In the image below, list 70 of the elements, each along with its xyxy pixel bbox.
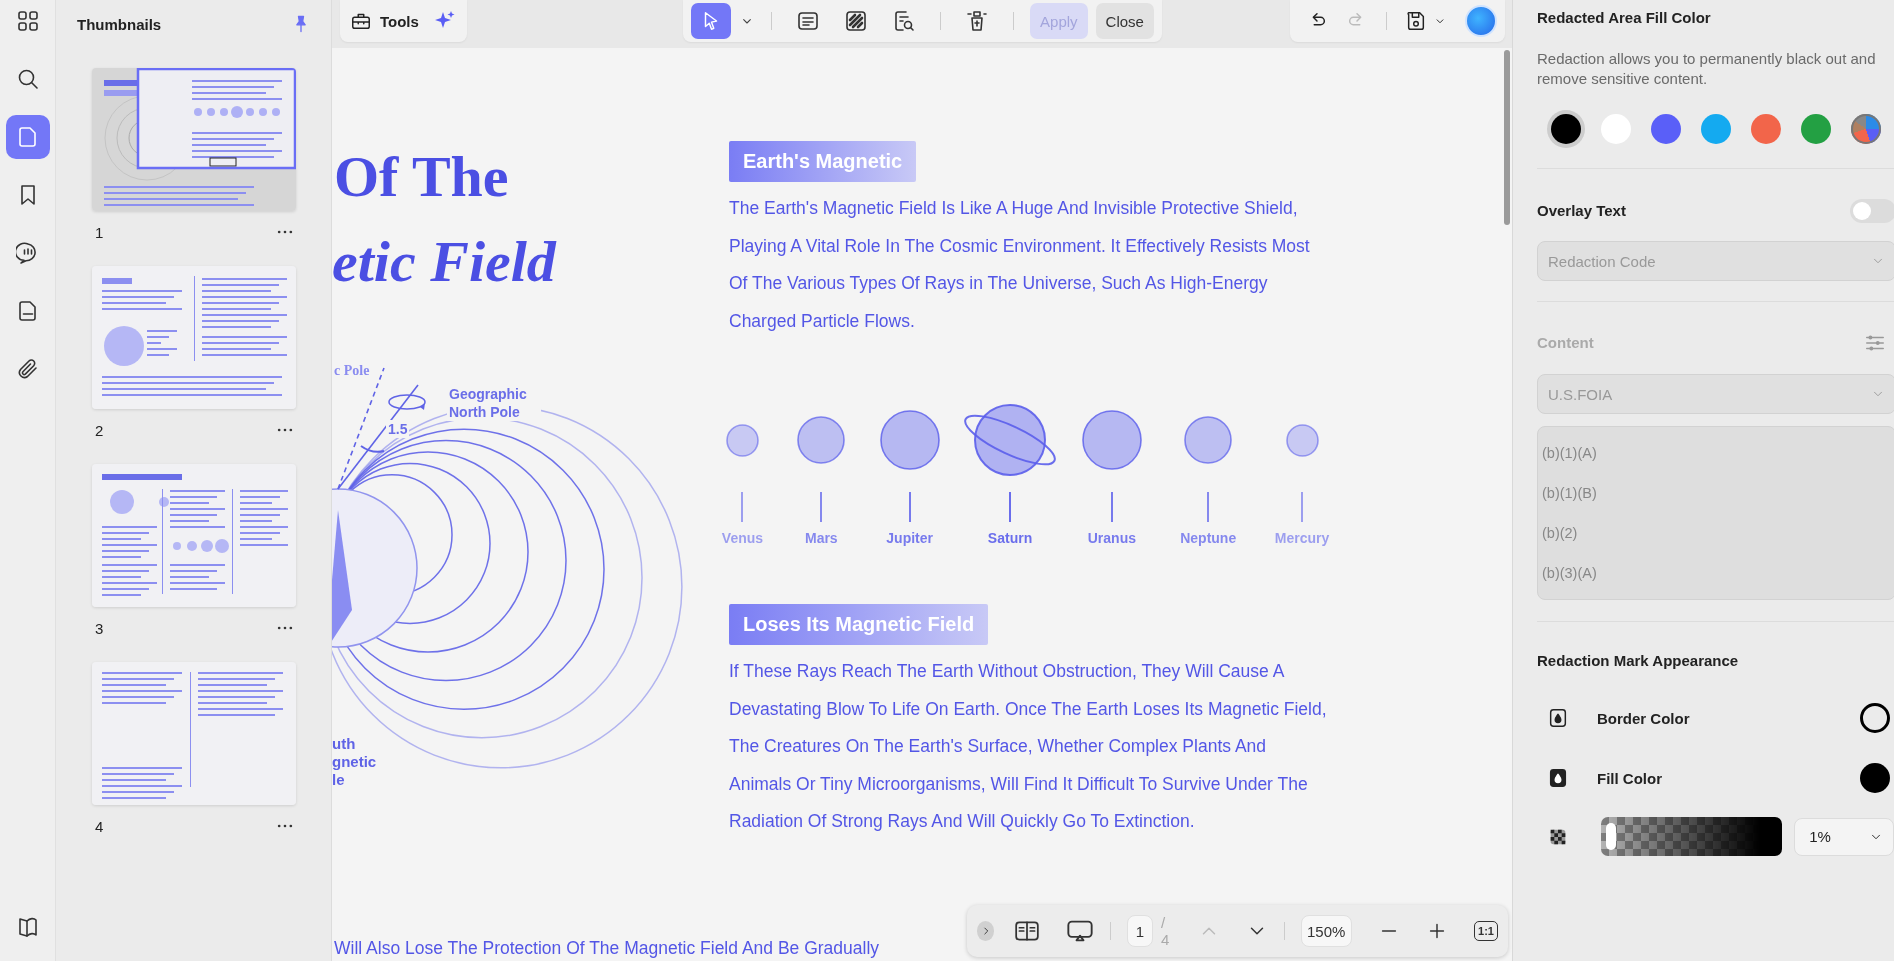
section-title: Overlay Text <box>1537 201 1626 221</box>
toggle-switch[interactable] <box>1850 199 1894 223</box>
planet-label: Neptune <box>1180 530 1237 546</box>
section-heading: Loses Its Magnetic Field <box>729 604 989 645</box>
page-number: 4 <box>95 817 104 835</box>
planet-label: Uranus <box>1087 530 1136 546</box>
actual-size-button[interactable]: 1:1 <box>1474 921 1498 941</box>
opacity-dropdown[interactable]: 1% <box>1794 817 1894 856</box>
paragraph: The Earth's Magnetic Field Is Like A Huge And Invisible Protective Shield, Playing A Vital Role In The Cosmic Environment. It Effectively Resists Most Of The Various Types Of Rays in The Universe, Such As High-Energy Charged Particle Flows. <box>729 197 1311 333</box>
planet-icon <box>1184 416 1233 464</box>
fill-color-swatch[interactable] <box>1860 763 1890 793</box>
slider-thumb[interactable] <box>1606 823 1617 850</box>
color-picker-swatch[interactable] <box>1851 114 1881 144</box>
page-count: / 4 <box>1161 914 1171 948</box>
save-icon[interactable] <box>1405 10 1427 32</box>
planet-icon <box>725 423 759 457</box>
border-color-swatch[interactable] <box>1860 703 1890 733</box>
planet-label: Mercury <box>1274 530 1330 546</box>
page-number: 3 <box>95 619 104 637</box>
drop-outline-icon <box>1547 707 1569 729</box>
page-search-icon[interactable] <box>892 9 917 33</box>
zoom-field[interactable]: 150% <box>1300 915 1352 947</box>
assistant-avatar[interactable] <box>1465 5 1497 37</box>
page-thumbnail[interactable] <box>92 464 296 607</box>
page-number: 1 <box>95 223 104 241</box>
option-label: Border Color <box>1597 709 1691 727</box>
page-title: etic Field <box>332 228 556 295</box>
page-number-field[interactable]: 1 <box>1126 915 1154 947</box>
book-icon[interactable] <box>1013 918 1040 944</box>
panel-title: Thumbnails <box>77 15 162 33</box>
tool-button[interactable] <box>691 3 732 39</box>
planet-label: Saturn <box>987 530 1033 546</box>
striped-square-icon[interactable] <box>844 9 869 33</box>
planet-icon <box>1081 410 1142 470</box>
opacity-slider[interactable] <box>1600 817 1783 856</box>
page-number: 2 <box>95 421 104 439</box>
planet-label: Mars <box>804 530 838 546</box>
angle-label: 1.5 <box>386 420 410 438</box>
section-title: Redaction Mark Appearance <box>1537 651 1740 671</box>
sidebar-tab[interactable] <box>5 115 50 159</box>
drop-icon <box>1547 767 1569 789</box>
diagram-label: Geographic North Pole <box>447 385 541 421</box>
page-thumbnail[interactable] <box>92 266 296 409</box>
description: Redaction allows you to permanently black out and remove sensitive content. <box>1537 49 1877 89</box>
color-swatch[interactable] <box>1751 114 1781 144</box>
apps-icon[interactable] <box>15 9 40 33</box>
scrollbar[interactable] <box>1504 50 1510 225</box>
planet-icon <box>879 410 940 470</box>
diagram-label: le <box>332 771 346 789</box>
section-title: Content <box>1537 333 1594 353</box>
planet-icon <box>1285 423 1319 457</box>
color-swatch[interactable] <box>1551 114 1581 144</box>
text-lines-icon[interactable] <box>796 9 821 33</box>
planet-icon <box>797 416 846 464</box>
close-button[interactable]: Close <box>1095 3 1154 39</box>
page-thumbnail[interactable] <box>92 68 296 211</box>
page-thumbnail[interactable] <box>92 662 296 805</box>
diagram-label: uth <box>332 735 357 753</box>
planet-label: Venus <box>721 530 764 546</box>
paragraph: If These Rays Reach The Earth Without Obstruction, They Will Cause A Devastating Blow To Life On Earth. Once The Earth Loses Its Magnetic Field, The Creatures On The Earth's Surface, Whether Complex Plants And Animals Or Tiny Microorganisms, Will Find It Difficult To Survive Under The Radiation Of Strong Rays And Will Quickly Go To Extinction. <box>729 660 1328 833</box>
section-heading: Earth's Magnetic <box>729 141 917 182</box>
diagram-label: gnetic <box>332 753 377 771</box>
color-swatch[interactable] <box>1651 114 1681 144</box>
paragraph: Will Also Lose The Protection Of The Magnetic Field And Be Gradually <box>334 938 880 959</box>
planet-label: Jupiter <box>886 530 933 546</box>
page-title: Of The <box>334 143 509 210</box>
color-swatch[interactable] <box>1801 114 1831 144</box>
color-swatch[interactable] <box>1701 114 1731 144</box>
section-title: Redacted Area Fill Color <box>1537 8 1712 28</box>
option-label: Fill Color <box>1597 769 1663 787</box>
